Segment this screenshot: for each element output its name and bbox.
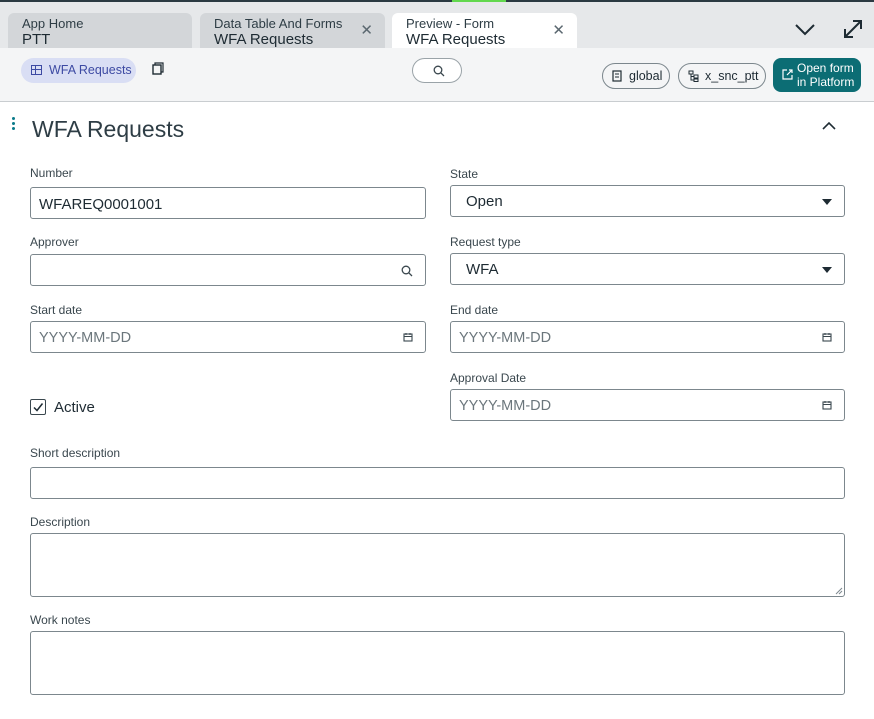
request-type-label: Request type bbox=[450, 235, 521, 249]
tab-data-table-and-forms[interactable]: Data Table And Forms WFA Requests ✕ bbox=[200, 13, 385, 50]
calendar-icon[interactable] bbox=[403, 332, 413, 342]
scope-icon bbox=[612, 70, 622, 82]
description-label: Description bbox=[30, 515, 91, 529]
search-icon[interactable] bbox=[401, 265, 413, 277]
calendar-icon[interactable] bbox=[822, 332, 832, 342]
active-label: Active bbox=[54, 399, 95, 416]
tab-title: App Home bbox=[22, 16, 84, 31]
checkmark-icon bbox=[33, 403, 44, 412]
tab-app-home[interactable]: App Home PTT bbox=[8, 13, 192, 50]
search-button[interactable] bbox=[412, 58, 462, 83]
app-chip-label: x_snc_ptt bbox=[705, 69, 759, 83]
close-icon[interactable]: ✕ bbox=[552, 23, 565, 38]
approval-date-label: Approval Date bbox=[450, 371, 527, 385]
app-tree-icon bbox=[688, 70, 699, 82]
tab-preview-form[interactable]: Preview - Form WFA Requests ✕ bbox=[392, 13, 577, 50]
resize-handle-icon[interactable] bbox=[835, 587, 843, 595]
form-title: WFA Requests bbox=[32, 116, 185, 142]
request-type-select[interactable]: WFA bbox=[450, 253, 845, 285]
chevron-up-icon[interactable] bbox=[820, 118, 838, 132]
search-icon bbox=[433, 65, 445, 77]
tab-subtitle: PTT bbox=[22, 31, 51, 48]
toolbar: WFA Requests global x_snc_ptt Open form … bbox=[0, 48, 874, 102]
expand-icon[interactable] bbox=[840, 16, 866, 42]
state-select[interactable]: Open bbox=[450, 185, 845, 217]
start-date-label: Start date bbox=[30, 303, 83, 317]
tab-subtitle: WFA Requests bbox=[406, 31, 506, 48]
caret-down-icon bbox=[822, 267, 832, 273]
open-form-in-platform-button[interactable]: Open form in Platform bbox=[773, 58, 861, 92]
calendar-icon[interactable] bbox=[822, 400, 832, 410]
work-notes-textarea[interactable] bbox=[30, 631, 845, 695]
caret-down-icon bbox=[822, 199, 832, 205]
more-options-icon[interactable] bbox=[12, 117, 16, 131]
tab-title: Preview - Form bbox=[406, 16, 495, 31]
start-date-field[interactable]: YYYY-MM-DD bbox=[30, 321, 426, 353]
scope-chip-label: global bbox=[629, 69, 663, 83]
table-pill[interactable]: WFA Requests bbox=[21, 58, 136, 83]
close-icon[interactable]: ✕ bbox=[360, 23, 373, 38]
progress-accent bbox=[452, 0, 506, 2]
work-notes-label: Work notes bbox=[30, 613, 91, 627]
approval-date-placeholder: YYYY-MM-DD bbox=[459, 398, 552, 414]
tab-subtitle: WFA Requests bbox=[214, 31, 314, 48]
open-button-line1: Open form bbox=[797, 61, 854, 75]
request-type-value: WFA bbox=[466, 261, 499, 278]
description-textarea[interactable] bbox=[30, 533, 845, 597]
number-field[interactable]: WFAREQ0001001 bbox=[30, 187, 426, 219]
external-link-icon bbox=[782, 69, 793, 80]
state-label: State bbox=[450, 167, 479, 181]
table-icon bbox=[31, 65, 42, 75]
end-date-placeholder: YYYY-MM-DD bbox=[459, 330, 552, 346]
short-description-label: Short description bbox=[30, 446, 121, 460]
approval-date-field[interactable]: YYYY-MM-DD bbox=[450, 389, 845, 421]
tab-bar: App Home PTT Data Table And Forms WFA Re… bbox=[0, 0, 874, 50]
copy-icon[interactable] bbox=[150, 62, 164, 76]
active-checkbox[interactable] bbox=[30, 399, 46, 415]
app-chip[interactable]: x_snc_ptt bbox=[678, 63, 766, 89]
approver-field[interactable] bbox=[30, 254, 426, 286]
start-date-placeholder: YYYY-MM-DD bbox=[39, 330, 132, 346]
chevron-down-icon[interactable] bbox=[792, 16, 818, 42]
table-pill-label: WFA Requests bbox=[49, 63, 132, 77]
short-description-field[interactable] bbox=[30, 467, 845, 499]
approver-label: Approver bbox=[30, 235, 79, 249]
state-value: Open bbox=[466, 193, 503, 210]
number-label: Number bbox=[30, 166, 73, 180]
scope-chip[interactable]: global bbox=[602, 63, 670, 89]
end-date-label: End date bbox=[450, 303, 499, 317]
open-button-line2: in Platform bbox=[797, 75, 855, 89]
end-date-field[interactable]: YYYY-MM-DD bbox=[450, 321, 845, 353]
tab-title: Data Table And Forms bbox=[214, 16, 343, 31]
